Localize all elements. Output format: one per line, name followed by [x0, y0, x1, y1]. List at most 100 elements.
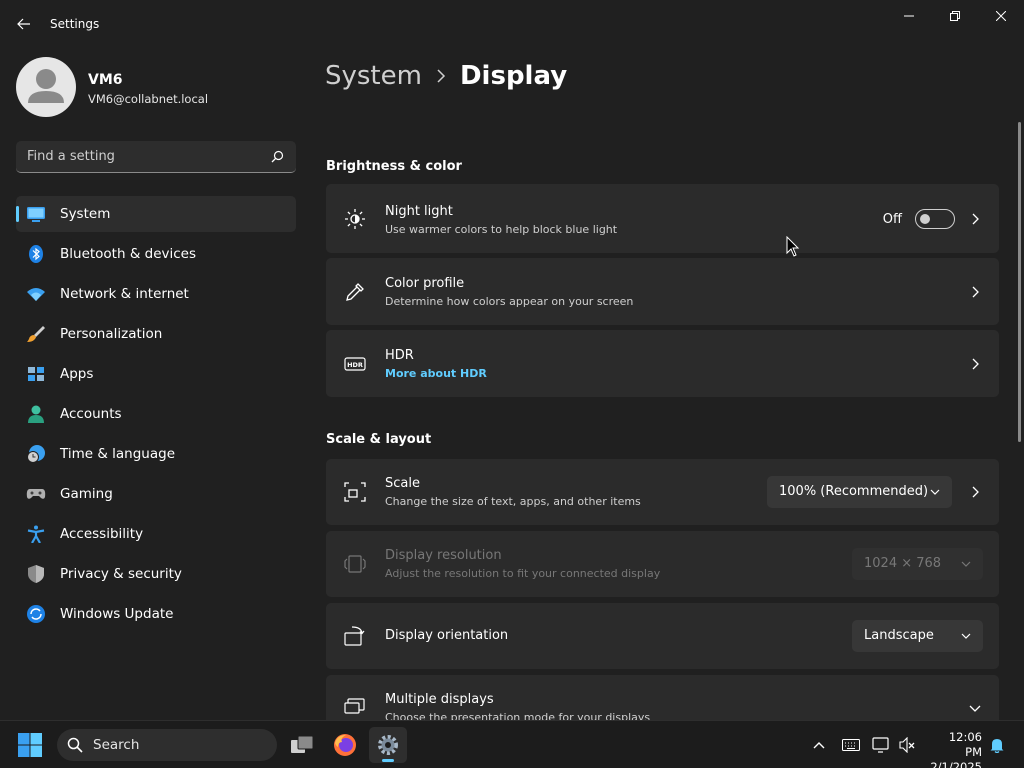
sidebar-item-label: Apps	[60, 366, 94, 382]
sidebar-item-accessibility[interactable]: Accessibility	[16, 516, 296, 552]
taskbar: Search 12:06 PM 2/1/2025	[0, 720, 1024, 768]
chevron-down-icon	[930, 489, 940, 495]
color-profile-card[interactable]: Color profile Determine how colors appea…	[326, 258, 999, 325]
app-title: Settings	[50, 17, 100, 31]
multiple-displays-card[interactable]: Multiple displays Choose the presentatio…	[326, 675, 999, 720]
chevron-right-icon	[972, 486, 979, 498]
close-icon	[996, 11, 1006, 21]
svg-text:HDR: HDR	[347, 361, 363, 369]
sidebar-item-label: Personalization	[60, 326, 163, 342]
shield-icon	[28, 565, 44, 583]
mouse-cursor-icon	[786, 236, 800, 257]
firefox-icon	[334, 734, 356, 756]
breadcrumb: System Display	[325, 58, 567, 94]
clock-date: 2/1/2025	[930, 760, 982, 768]
search-placeholder: Find a setting	[27, 149, 115, 164]
orientation-title: Display orientation	[385, 628, 509, 643]
search-icon	[271, 150, 284, 163]
sidebar-nav: System Bluetooth & devices Network & int…	[16, 196, 296, 636]
sidebar-item-privacy[interactable]: Privacy & security	[16, 556, 296, 592]
volume-button[interactable]	[898, 735, 918, 755]
task-view-button[interactable]	[283, 727, 321, 763]
notifications-button[interactable]	[987, 735, 1007, 755]
close-button[interactable]	[978, 0, 1024, 32]
paintbrush-icon	[27, 326, 45, 342]
sidebar-item-label: Accessibility	[60, 526, 144, 542]
windows-start-icon[interactable]	[18, 733, 42, 757]
task-view-icon	[291, 735, 314, 753]
gear-icon	[378, 735, 398, 755]
multiple-displays-title: Multiple displays	[385, 692, 494, 707]
resolution-subtitle: Adjust the resolution to fit your connec…	[385, 567, 661, 580]
user-name: VM6	[88, 72, 123, 88]
keyboard-button[interactable]	[841, 735, 861, 755]
sidebar-item-accounts[interactable]: Accounts	[16, 396, 296, 432]
chevron-down-icon	[961, 633, 971, 639]
night-light-toggle[interactable]	[915, 209, 955, 229]
sidebar-item-label: Network & internet	[60, 286, 189, 302]
taskbar-clock[interactable]: 12:06 PM 2/1/2025	[930, 730, 982, 768]
display-orientation-card[interactable]: Display orientation Landscape	[326, 603, 999, 669]
chevron-right-icon	[972, 286, 979, 298]
scale-card[interactable]: Scale Change the size of text, apps, and…	[326, 459, 999, 525]
accessibility-icon	[27, 525, 45, 543]
user-email: VM6@collabnet.local	[88, 92, 209, 106]
chevron-up-icon	[813, 742, 825, 749]
toggle-knob	[920, 214, 930, 224]
scrollbar[interactable]	[1018, 122, 1021, 442]
sidebar-item-network[interactable]: Network & internet	[16, 276, 296, 312]
hdr-icon: HDR	[344, 357, 366, 371]
sidebar-item-time-language[interactable]: Time & language	[16, 436, 296, 472]
night-light-icon	[345, 209, 365, 229]
orientation-dropdown[interactable]: Landscape	[852, 620, 983, 652]
multiple-displays-subtitle: Choose the presentation mode for your di…	[385, 711, 651, 720]
hdr-card[interactable]: HDR HDR More about HDR	[326, 330, 999, 397]
sidebar-item-personalization[interactable]: Personalization	[16, 316, 296, 352]
section-title-scale: Scale & layout	[326, 432, 432, 447]
back-arrow-icon	[17, 18, 30, 30]
firefox-button[interactable]	[326, 727, 364, 763]
resolution-dropdown-value: 1024 × 768	[864, 556, 942, 571]
sidebar-item-label: Windows Update	[60, 606, 174, 622]
eyedropper-icon	[346, 283, 364, 301]
chevron-down-icon	[961, 561, 971, 567]
chevron-down-icon	[969, 705, 981, 712]
scale-subtitle: Change the size of text, apps, and other…	[385, 495, 641, 508]
title-bar: Settings	[0, 0, 1024, 48]
display-resolution-card: Display resolution Adjust the resolution…	[326, 531, 999, 597]
minimize-button[interactable]	[886, 0, 932, 32]
bluetooth-icon	[29, 245, 43, 263]
keyboard-icon	[842, 739, 860, 751]
gamepad-icon	[26, 489, 46, 499]
system-icon	[27, 207, 45, 222]
restore-button[interactable]	[932, 0, 978, 32]
night-light-card[interactable]: Night light Use warmer colors to help bl…	[326, 184, 999, 253]
resolution-title: Display resolution	[385, 548, 502, 563]
sidebar-item-apps[interactable]: Apps	[16, 356, 296, 392]
settings-taskbar-button[interactable]	[369, 727, 407, 763]
hdr-more-link[interactable]: More about HDR	[385, 367, 487, 380]
taskbar-search[interactable]: Search	[57, 729, 277, 761]
back-button[interactable]	[10, 10, 38, 38]
active-app-indicator	[382, 759, 394, 762]
network-status-button[interactable]	[871, 735, 891, 755]
network-icon	[872, 737, 889, 753]
sidebar-item-label: Privacy & security	[60, 566, 182, 582]
scale-dropdown-value: 100% (Recommended)	[779, 484, 929, 499]
scale-dropdown[interactable]: 100% (Recommended)	[767, 476, 952, 508]
sidebar-item-windows-update[interactable]: Windows Update	[16, 596, 296, 632]
volume-muted-icon	[899, 737, 915, 753]
restore-icon	[950, 11, 960, 21]
sidebar-item-bluetooth[interactable]: Bluetooth & devices	[16, 236, 296, 272]
search-input[interactable]: Find a setting	[16, 141, 296, 173]
sidebar-item-system[interactable]: System	[16, 196, 296, 232]
breadcrumb-parent[interactable]: System	[325, 61, 422, 91]
sidebar-item-label: Gaming	[60, 486, 113, 502]
orientation-dropdown-value: Landscape	[864, 628, 934, 643]
section-title-brightness: Brightness & color	[326, 159, 462, 174]
show-hidden-icons-button[interactable]	[809, 735, 829, 755]
sidebar-item-gaming[interactable]: Gaming	[16, 476, 296, 512]
apps-icon	[28, 367, 44, 381]
user-profile[interactable]: VM6 VM6@collabnet.local	[16, 57, 296, 117]
scale-icon	[344, 482, 366, 502]
